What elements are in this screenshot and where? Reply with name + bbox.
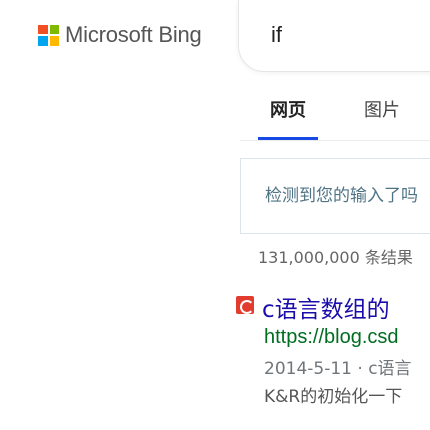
search-box[interactable]	[238, 0, 430, 72]
header: Microsoft Bing	[0, 0, 430, 75]
result-title-link[interactable]: c语言数组的	[262, 290, 390, 324]
spelling-suggestion[interactable]: 检测到您的输入了吗	[240, 158, 430, 234]
bing-logo[interactable]: Microsoft Bing	[38, 22, 202, 48]
result-count: 131,000,000 条结果	[258, 248, 413, 267]
logo-square-yellow	[49, 36, 59, 46]
result-date-snippet: c语言	[368, 359, 412, 379]
result-date-separator: ·	[357, 359, 363, 379]
search-tabs: 网页 图片	[0, 88, 430, 140]
logo-square-red	[38, 24, 48, 34]
suggestion-text[interactable]: 检测到您的输入了吗	[265, 181, 418, 206]
tab-web[interactable]: 网页	[270, 96, 306, 122]
result-date-line: 2014-5-11 · c语言	[264, 354, 412, 379]
tab-images[interactable]: 图片	[364, 96, 400, 122]
search-input[interactable]	[271, 20, 430, 50]
result-url[interactable]: https://blog.csd	[264, 326, 399, 349]
result-date: 2014-5-11	[264, 359, 352, 379]
divider	[240, 140, 430, 141]
result-snippet: K&R的初始化一下	[264, 387, 403, 407]
logo-square-blue	[38, 36, 48, 46]
site-favicon-icon	[236, 296, 254, 314]
logo-square-green	[49, 24, 59, 34]
brand-name: Microsoft Bing	[65, 22, 202, 47]
microsoft-logo-icon	[38, 24, 59, 46]
